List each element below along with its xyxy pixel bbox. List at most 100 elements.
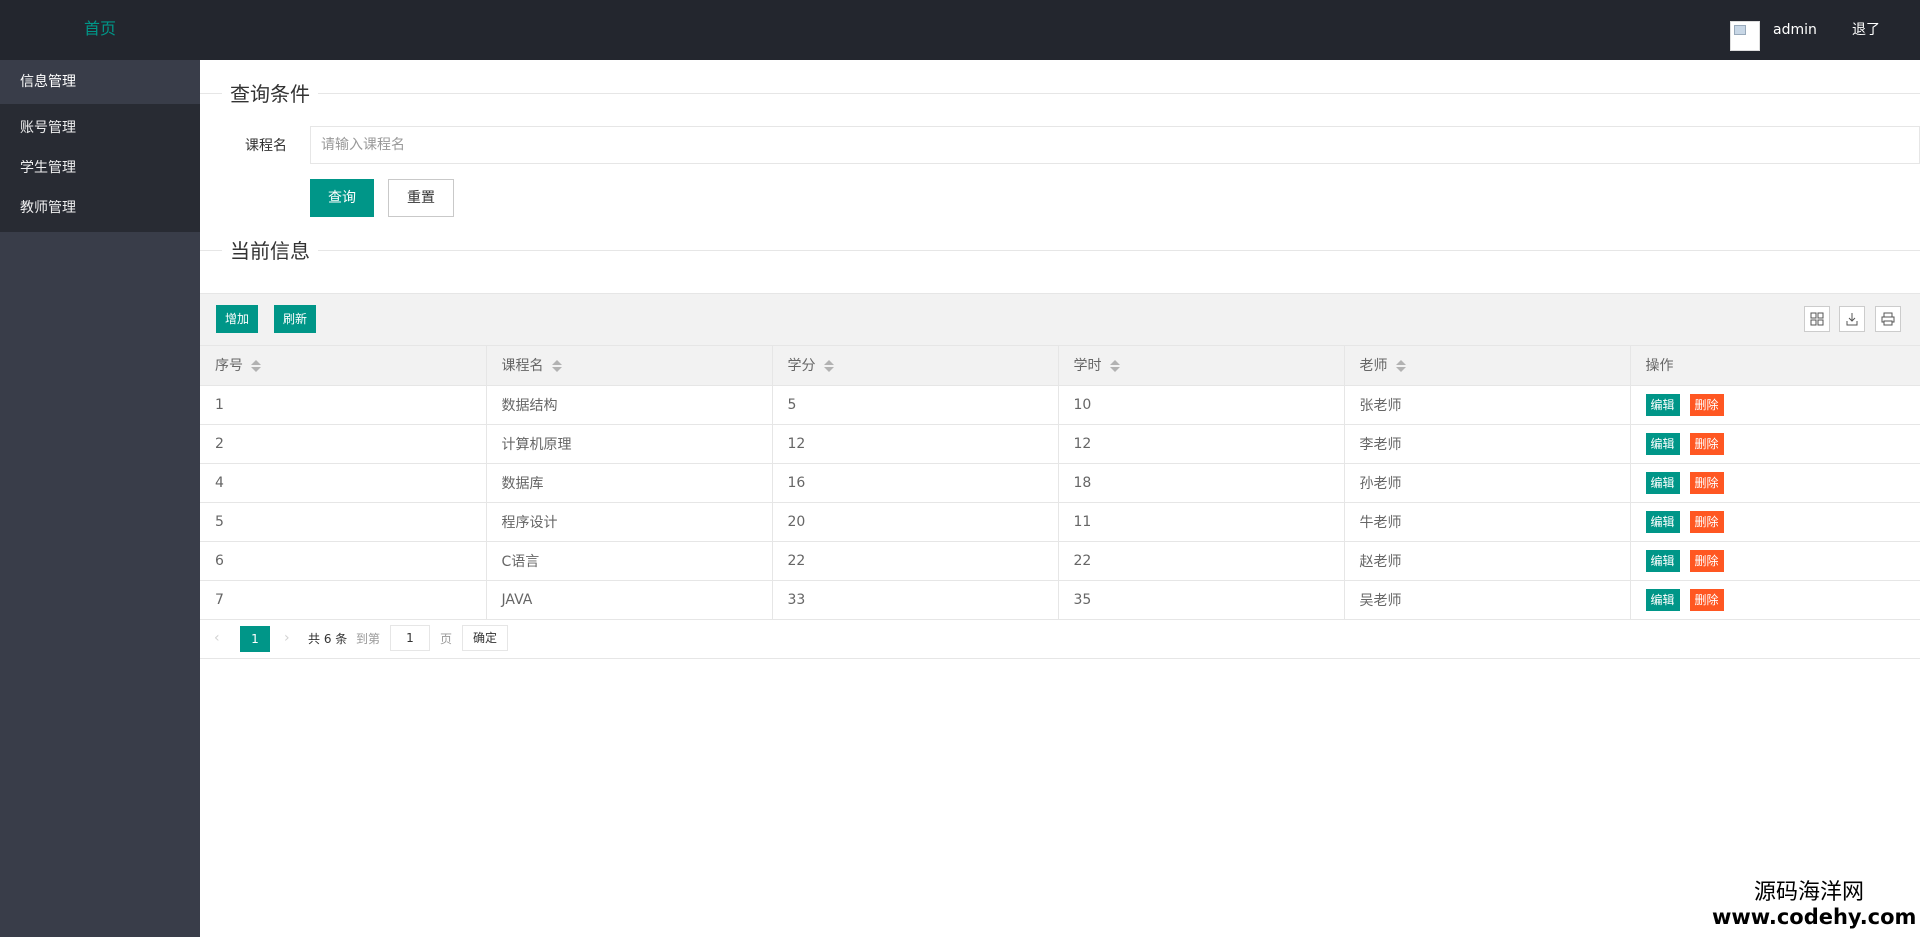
cell-credit: 16	[772, 463, 1059, 503]
table-row[interactable]: 5 程序设计 20 11 牛老师 编辑 删除	[200, 502, 1920, 542]
table-row[interactable]: 6 C语言 22 22 赵老师 编辑 删除	[200, 541, 1920, 581]
cell-id: 7	[200, 580, 487, 620]
sidebar-item-students[interactable]: 学生管理	[0, 148, 200, 188]
column-header-course[interactable]: 课程名	[486, 346, 773, 386]
sidebar-group-info[interactable]: 信息管理	[0, 60, 200, 104]
delete-button[interactable]: 删除	[1689, 549, 1724, 572]
course-name-label: 课程名	[245, 138, 287, 154]
cell-course: 计算机原理	[486, 424, 773, 464]
top-header: 首页 admin 退了	[0, 0, 1920, 60]
cell-hours: 12	[1058, 424, 1345, 464]
cell-actions: 编辑 删除	[1630, 424, 1920, 464]
divider	[200, 250, 1920, 251]
cell-credit: 12	[772, 424, 1059, 464]
columns-icon[interactable]	[1804, 306, 1830, 332]
sidebar-submenu: 账号管理 学生管理 教师管理	[0, 104, 200, 232]
logout-link[interactable]: 退了	[1852, 20, 1880, 40]
cell-credit: 20	[772, 502, 1059, 542]
divider	[200, 93, 1920, 94]
watermark-url: www.codehy.com	[1712, 905, 1917, 929]
goto-label: 到第	[356, 632, 381, 646]
prev-page-button[interactable]: ‹	[214, 628, 220, 648]
cell-credit: 5	[772, 385, 1059, 425]
pagination: ‹ 1 › 共 6 条 到第 1 页 确定	[200, 618, 1920, 658]
home-link[interactable]: 首页	[84, 18, 116, 40]
edit-button[interactable]: 编辑	[1645, 588, 1680, 611]
cell-id: 1	[200, 385, 487, 425]
sort-icon[interactable]	[823, 360, 834, 373]
column-header-hours[interactable]: 学时	[1058, 346, 1345, 386]
refresh-button[interactable]: 刷新	[274, 305, 317, 333]
sidebar: 信息管理 账号管理 学生管理 教师管理	[0, 60, 200, 937]
edit-button[interactable]: 编辑	[1645, 432, 1680, 455]
query-button[interactable]: 查询	[310, 179, 374, 217]
cell-actions: 编辑 删除	[1630, 463, 1920, 503]
course-name-input[interactable]	[310, 126, 1920, 164]
cell-hours: 22	[1058, 541, 1345, 581]
course-table: 序号 课程名 学分 学时 老师 操作 1 数据结构 5 10 张老师 编辑删除	[200, 346, 1920, 620]
sidebar-item-accounts[interactable]: 账号管理	[0, 108, 200, 148]
cell-course: 数据结构	[486, 385, 773, 425]
search-section-header: 查询条件	[200, 60, 1920, 108]
cell-hours: 10	[1058, 385, 1345, 425]
add-button[interactable]: 增加	[216, 305, 259, 333]
watermark-title: 源码海洋网	[1754, 880, 1865, 905]
column-header-teacher[interactable]: 老师	[1344, 346, 1631, 386]
cell-hours: 18	[1058, 463, 1345, 503]
cell-course: JAVA	[486, 580, 773, 620]
sidebar-item-teachers[interactable]: 教师管理	[0, 188, 200, 228]
edit-button[interactable]: 编辑	[1645, 510, 1680, 533]
column-header-credit[interactable]: 学分	[772, 346, 1059, 386]
table-row[interactable]: 2 计算机原理 12 12 李老师 编辑 删除	[200, 424, 1920, 464]
reset-button[interactable]: 重置	[388, 179, 454, 217]
edit-button[interactable]: 编辑	[1645, 471, 1680, 494]
cell-course: 数据库	[486, 463, 773, 503]
cell-credit: 33	[772, 580, 1059, 620]
delete-button[interactable]: 删除	[1689, 393, 1724, 416]
cell-id: 2	[200, 424, 487, 464]
cell-actions: 编辑 删除	[1630, 502, 1920, 542]
sort-icon[interactable]	[1395, 360, 1406, 373]
edit-button[interactable]: 编辑	[1645, 393, 1680, 416]
sort-icon[interactable]	[251, 360, 261, 373]
cell-course: 程序设计	[486, 502, 773, 542]
delete-button[interactable]: 删除	[1689, 510, 1724, 533]
data-table-container: 增加 刷新 序号 课程名 学分 学时 老师 操作 1 数据结构 5 10 张老师…	[200, 293, 1920, 659]
avatar[interactable]	[1730, 21, 1760, 51]
table-row[interactable]: 4 数据库 16 18 孙老师 编辑 删除	[200, 463, 1920, 503]
cell-teacher: 赵老师	[1344, 541, 1631, 581]
cell-teacher: 李老师	[1344, 424, 1631, 464]
sort-icon[interactable]	[551, 360, 562, 373]
cell-actions: 编辑 删除	[1630, 541, 1920, 581]
goto-confirm-button[interactable]: 确定	[462, 625, 508, 651]
column-header-id[interactable]: 序号	[200, 346, 487, 386]
cell-actions: 编辑 删除	[1630, 580, 1920, 620]
cell-id: 4	[200, 463, 487, 503]
print-icon[interactable]	[1875, 306, 1901, 332]
edit-button[interactable]: 编辑	[1645, 549, 1680, 572]
cell-teacher: 吴老师	[1344, 580, 1631, 620]
table-row[interactable]: 1 数据结构 5 10 张老师 编辑 删除	[200, 385, 1920, 425]
username[interactable]: admin	[1773, 20, 1817, 40]
cell-id: 6	[200, 541, 487, 581]
cell-credit: 22	[772, 541, 1059, 581]
export-icon[interactable]	[1839, 306, 1865, 332]
cell-hours: 11	[1058, 502, 1345, 542]
cell-hours: 35	[1058, 580, 1345, 620]
delete-button[interactable]: 删除	[1689, 471, 1724, 494]
sort-icon[interactable]	[1109, 360, 1120, 373]
table-row[interactable]: 7 JAVA 33 35 吴老师 编辑 删除	[200, 580, 1920, 620]
delete-button[interactable]: 删除	[1689, 588, 1724, 611]
cell-course: C语言	[486, 541, 773, 581]
delete-button[interactable]: 删除	[1689, 432, 1724, 455]
column-header-actions: 操作	[1630, 346, 1920, 386]
cell-id: 5	[200, 502, 487, 542]
total-count: 共 6 条	[308, 632, 348, 646]
current-section-header: 当前信息	[200, 217, 1920, 265]
next-page-button[interactable]: ›	[284, 628, 290, 648]
goto-page-input[interactable]: 1	[390, 625, 430, 651]
page-unit-label: 页	[440, 632, 453, 646]
watermark: 源码海洋网 www.codehy.com	[1712, 880, 1920, 937]
cell-actions: 编辑 删除	[1630, 385, 1920, 425]
page-button-current[interactable]: 1	[240, 626, 270, 652]
